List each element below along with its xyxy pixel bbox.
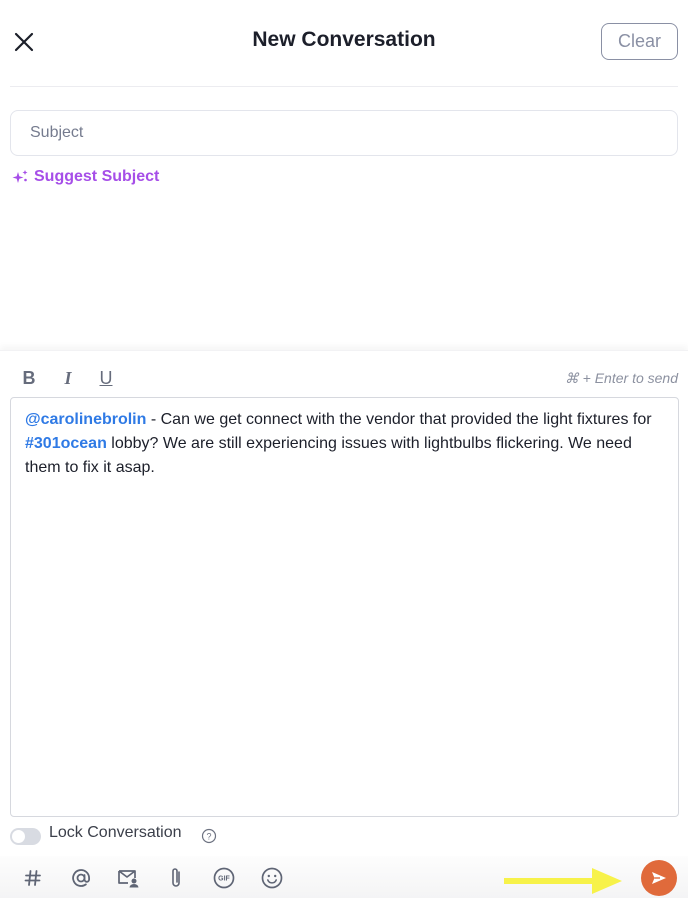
lock-conversation-row: Lock Conversation ?: [10, 824, 217, 848]
send-shortcut-hint: ⌘ + Enter to send: [564, 370, 678, 386]
suggest-subject-button[interactable]: Suggest Subject: [12, 168, 159, 186]
svg-text:GIF: GIF: [218, 876, 230, 883]
lock-conversation-toggle[interactable]: [10, 827, 41, 845]
italic-button[interactable]: I: [57, 367, 79, 389]
header-divider: [10, 86, 678, 87]
mail-contact-icon: [118, 870, 139, 888]
annotation-arrow: [504, 868, 622, 894]
emoji-icon: [261, 867, 283, 889]
composer-toolbar: GIF: [0, 856, 688, 898]
sparkles-icon: [12, 169, 28, 183]
help-icon[interactable]: ?: [201, 828, 217, 844]
subject-input[interactable]: [10, 110, 678, 156]
bold-button[interactable]: B: [18, 367, 40, 389]
message-editor[interactable]: @carolinebrolin - Can we get connect wit…: [10, 397, 679, 817]
gif-button[interactable]: GIF: [212, 866, 236, 890]
suggest-subject-label: Suggest Subject: [34, 168, 160, 185]
send-button[interactable]: [641, 860, 677, 896]
paperclip-icon: [172, 868, 180, 887]
gif-icon: GIF: [213, 867, 235, 889]
at-icon: [72, 869, 90, 887]
clear-button[interactable]: Clear: [601, 23, 678, 60]
message-composer: B I U ⌘ + Enter to send @carolinebrolin …: [0, 350, 688, 898]
mention-button[interactable]: [69, 866, 93, 890]
header: New Conversation Clear: [0, 0, 688, 88]
message-text-2: lobby? We are still experiencing issues …: [25, 435, 632, 476]
hashtag-icon: [24, 870, 41, 886]
lock-conversation-label: Lock Conversation: [49, 824, 182, 841]
page-title: New Conversation: [252, 28, 436, 51]
send-icon: [652, 872, 666, 884]
message-text-1: - Can we get connect with the vendor tha…: [146, 411, 652, 428]
user-mention[interactable]: @carolinebrolin: [25, 411, 146, 428]
tag-mention[interactable]: #301ocean: [25, 435, 107, 452]
hashtag-button[interactable]: [21, 866, 45, 890]
email-contact-button[interactable]: [117, 866, 141, 890]
underline-button[interactable]: U: [95, 367, 117, 389]
svg-text:?: ?: [206, 831, 211, 841]
attach-button[interactable]: [164, 866, 188, 890]
emoji-button[interactable]: [260, 866, 284, 890]
